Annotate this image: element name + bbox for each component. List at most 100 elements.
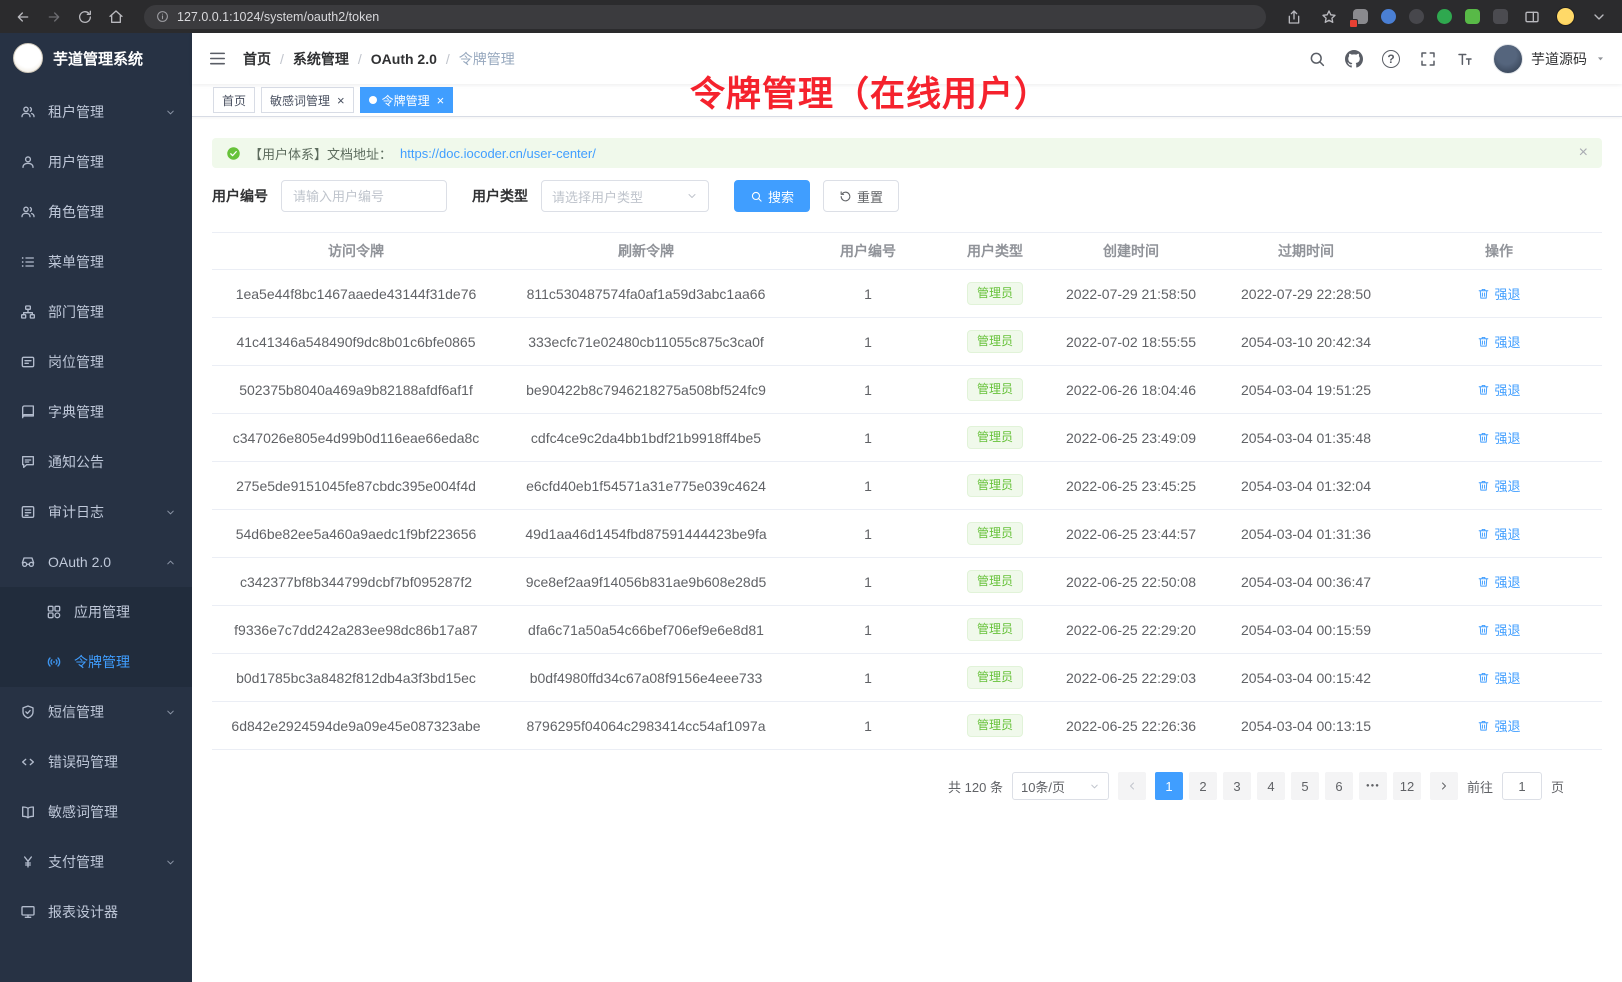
sidebar-item-6[interactable]: 岗位管理 xyxy=(0,337,192,387)
split-view-button[interactable] xyxy=(1521,6,1543,28)
sidebar-toggle-button[interactable] xyxy=(208,49,227,68)
sidebar-item-11[interactable]: 应用管理 xyxy=(0,587,192,637)
sidebar-item-9[interactable]: 审计日志 xyxy=(0,487,192,537)
sidebar-item-7[interactable]: 字典管理 xyxy=(0,387,192,437)
github-link[interactable] xyxy=(1345,50,1363,68)
app-logo[interactable]: 芋道管理系统 xyxy=(0,33,192,83)
page-button-4[interactable]: 4 xyxy=(1257,772,1285,800)
url-bar[interactable]: 127.0.0.1:1024/system/oauth2/token xyxy=(144,5,1266,29)
table-cell: 41c41346a548490f9dc8b01c6bfe0865 xyxy=(212,318,500,366)
table-cell: 2022-07-29 22:28:50 xyxy=(1216,270,1396,318)
sidebar-item-4[interactable]: 菜单管理 xyxy=(0,237,192,287)
goto-page-input[interactable] xyxy=(1502,772,1542,800)
search-button[interactable]: 搜索 xyxy=(734,180,810,212)
browser-back-button[interactable] xyxy=(12,6,34,28)
page-content: 【用户体系】文档地址： https://doc.iocoder.cn/user-… xyxy=(192,117,1622,982)
force-logout-button[interactable]: 强退 xyxy=(1477,572,1520,591)
table-cell: c347026e805e4d99b0d116eae66eda8c xyxy=(212,414,500,462)
sidebar-item-5[interactable]: 部门管理 xyxy=(0,287,192,337)
browser-profile-avatar[interactable] xyxy=(1556,7,1575,26)
sidebar-item-16[interactable]: 支付管理 xyxy=(0,837,192,887)
tab-2[interactable]: 敏感词管理× xyxy=(261,87,354,113)
sidebar-item-8[interactable]: 通知公告 xyxy=(0,437,192,487)
sidebar-item-label: 报表设计器 xyxy=(48,902,176,922)
reset-button[interactable]: 重置 xyxy=(823,180,899,212)
breadcrumb-item[interactable]: 首页 xyxy=(243,49,271,69)
tab-close-icon[interactable]: × xyxy=(437,94,445,107)
site-info-icon[interactable] xyxy=(156,10,169,23)
extension-icon-6[interactable] xyxy=(1493,9,1508,24)
page-button-12[interactable]: 12 xyxy=(1393,772,1421,800)
extension-icon-2[interactable] xyxy=(1381,9,1396,24)
browser-home-button[interactable] xyxy=(105,6,127,28)
table-cell: f9336e7c7dd242a283ee98dc86b17a87 xyxy=(212,606,500,654)
sidebar-item-17[interactable]: 报表设计器 xyxy=(0,887,192,937)
page-button-5[interactable]: 5 xyxy=(1291,772,1319,800)
share-button[interactable] xyxy=(1283,6,1305,28)
sidebar-item-3[interactable]: 角色管理 xyxy=(0,187,192,237)
bookmark-button[interactable] xyxy=(1318,6,1340,28)
browser-reload-button[interactable] xyxy=(74,6,96,28)
page-button-2[interactable]: 2 xyxy=(1189,772,1217,800)
user-dropdown[interactable]: 芋道源码 xyxy=(1493,44,1606,74)
table-cell: 2054-03-04 00:36:47 xyxy=(1216,558,1396,606)
user-type-select[interactable]: 请选择用户类型 xyxy=(541,180,709,212)
forward-arrow-icon xyxy=(46,9,62,25)
browser-menu-button[interactable] xyxy=(1588,6,1610,28)
sidebar-item-2[interactable]: 用户管理 xyxy=(0,137,192,187)
force-logout-button[interactable]: 强退 xyxy=(1477,284,1520,303)
sidebar-item-14[interactable]: 错误码管理 xyxy=(0,737,192,787)
browser-forward-button[interactable] xyxy=(43,6,65,28)
user-type-tag: 管理员 xyxy=(967,426,1023,449)
alert-close-icon[interactable]: × xyxy=(1579,145,1588,161)
force-logout-button[interactable]: 强退 xyxy=(1477,380,1520,399)
tab-3[interactable]: 令牌管理× xyxy=(360,87,454,113)
extension-icon-1[interactable] xyxy=(1353,9,1368,24)
page-button-6[interactable]: 6 xyxy=(1325,772,1353,800)
header-search-button[interactable] xyxy=(1308,50,1326,68)
force-logout-button[interactable]: 强退 xyxy=(1477,716,1520,735)
table-cell: 管理员 xyxy=(944,702,1046,750)
user-id-input[interactable] xyxy=(281,180,447,212)
table-cell: 2054-03-04 01:35:48 xyxy=(1216,414,1396,462)
table-cell: 强退 xyxy=(1396,462,1602,510)
page-size-select[interactable]: 10条/页 xyxy=(1012,772,1109,800)
extension-icon-3[interactable] xyxy=(1409,9,1424,24)
sidebar-item-label: 部门管理 xyxy=(48,302,176,322)
extension-icon-5[interactable] xyxy=(1465,9,1480,24)
next-page-button[interactable] xyxy=(1430,772,1458,800)
page-button-3[interactable]: 3 xyxy=(1223,772,1251,800)
docs-help-button[interactable]: ? xyxy=(1382,50,1400,68)
goto-unit: 页 xyxy=(1551,777,1564,796)
force-logout-button[interactable]: 强退 xyxy=(1477,332,1520,351)
tab-1[interactable]: 首页 xyxy=(213,87,255,113)
fullscreen-button[interactable] xyxy=(1419,50,1437,68)
sidebar-item-12[interactable]: 令牌管理 xyxy=(0,637,192,687)
force-logout-button[interactable]: 强退 xyxy=(1477,668,1520,687)
book-icon xyxy=(20,804,36,820)
sidebar-item-13[interactable]: 短信管理 xyxy=(0,687,192,737)
page-button-1[interactable]: 1 xyxy=(1155,772,1183,800)
sidebar-item-1[interactable]: 租户管理 xyxy=(0,87,192,137)
sidebar-item-10[interactable]: OAuth 2.0 xyxy=(0,537,192,587)
force-logout-button[interactable]: 强退 xyxy=(1477,428,1520,447)
font-size-button[interactable] xyxy=(1456,50,1474,68)
prev-page-button[interactable] xyxy=(1118,772,1146,800)
force-logout-button[interactable]: 强退 xyxy=(1477,524,1520,543)
tab-close-icon[interactable]: × xyxy=(337,94,345,107)
table-cell: 1 xyxy=(792,510,944,558)
force-logout-button[interactable]: 强退 xyxy=(1477,476,1520,495)
breadcrumb-item[interactable]: 系统管理 xyxy=(293,49,349,69)
sidebar-item-15[interactable]: 敏感词管理 xyxy=(0,787,192,837)
pagination-ellipsis[interactable]: ●●● xyxy=(1359,772,1387,800)
sidebar-item-label: 应用管理 xyxy=(74,602,176,622)
tree-icon xyxy=(20,304,36,320)
table-cell: 1 xyxy=(792,558,944,606)
alert-doc-link[interactable]: https://doc.iocoder.cn/user-center/ xyxy=(400,146,596,161)
force-logout-button[interactable]: 强退 xyxy=(1477,620,1520,639)
table-cell: 1ea5e44f8bc1467aaede43144f31de76 xyxy=(212,270,500,318)
breadcrumb-item[interactable]: OAuth 2.0 xyxy=(371,51,437,67)
force-logout-label: 强退 xyxy=(1494,284,1520,303)
tabs-bar: 首页敏感词管理×令牌管理× xyxy=(192,84,1622,117)
extension-icon-4[interactable] xyxy=(1437,9,1452,24)
